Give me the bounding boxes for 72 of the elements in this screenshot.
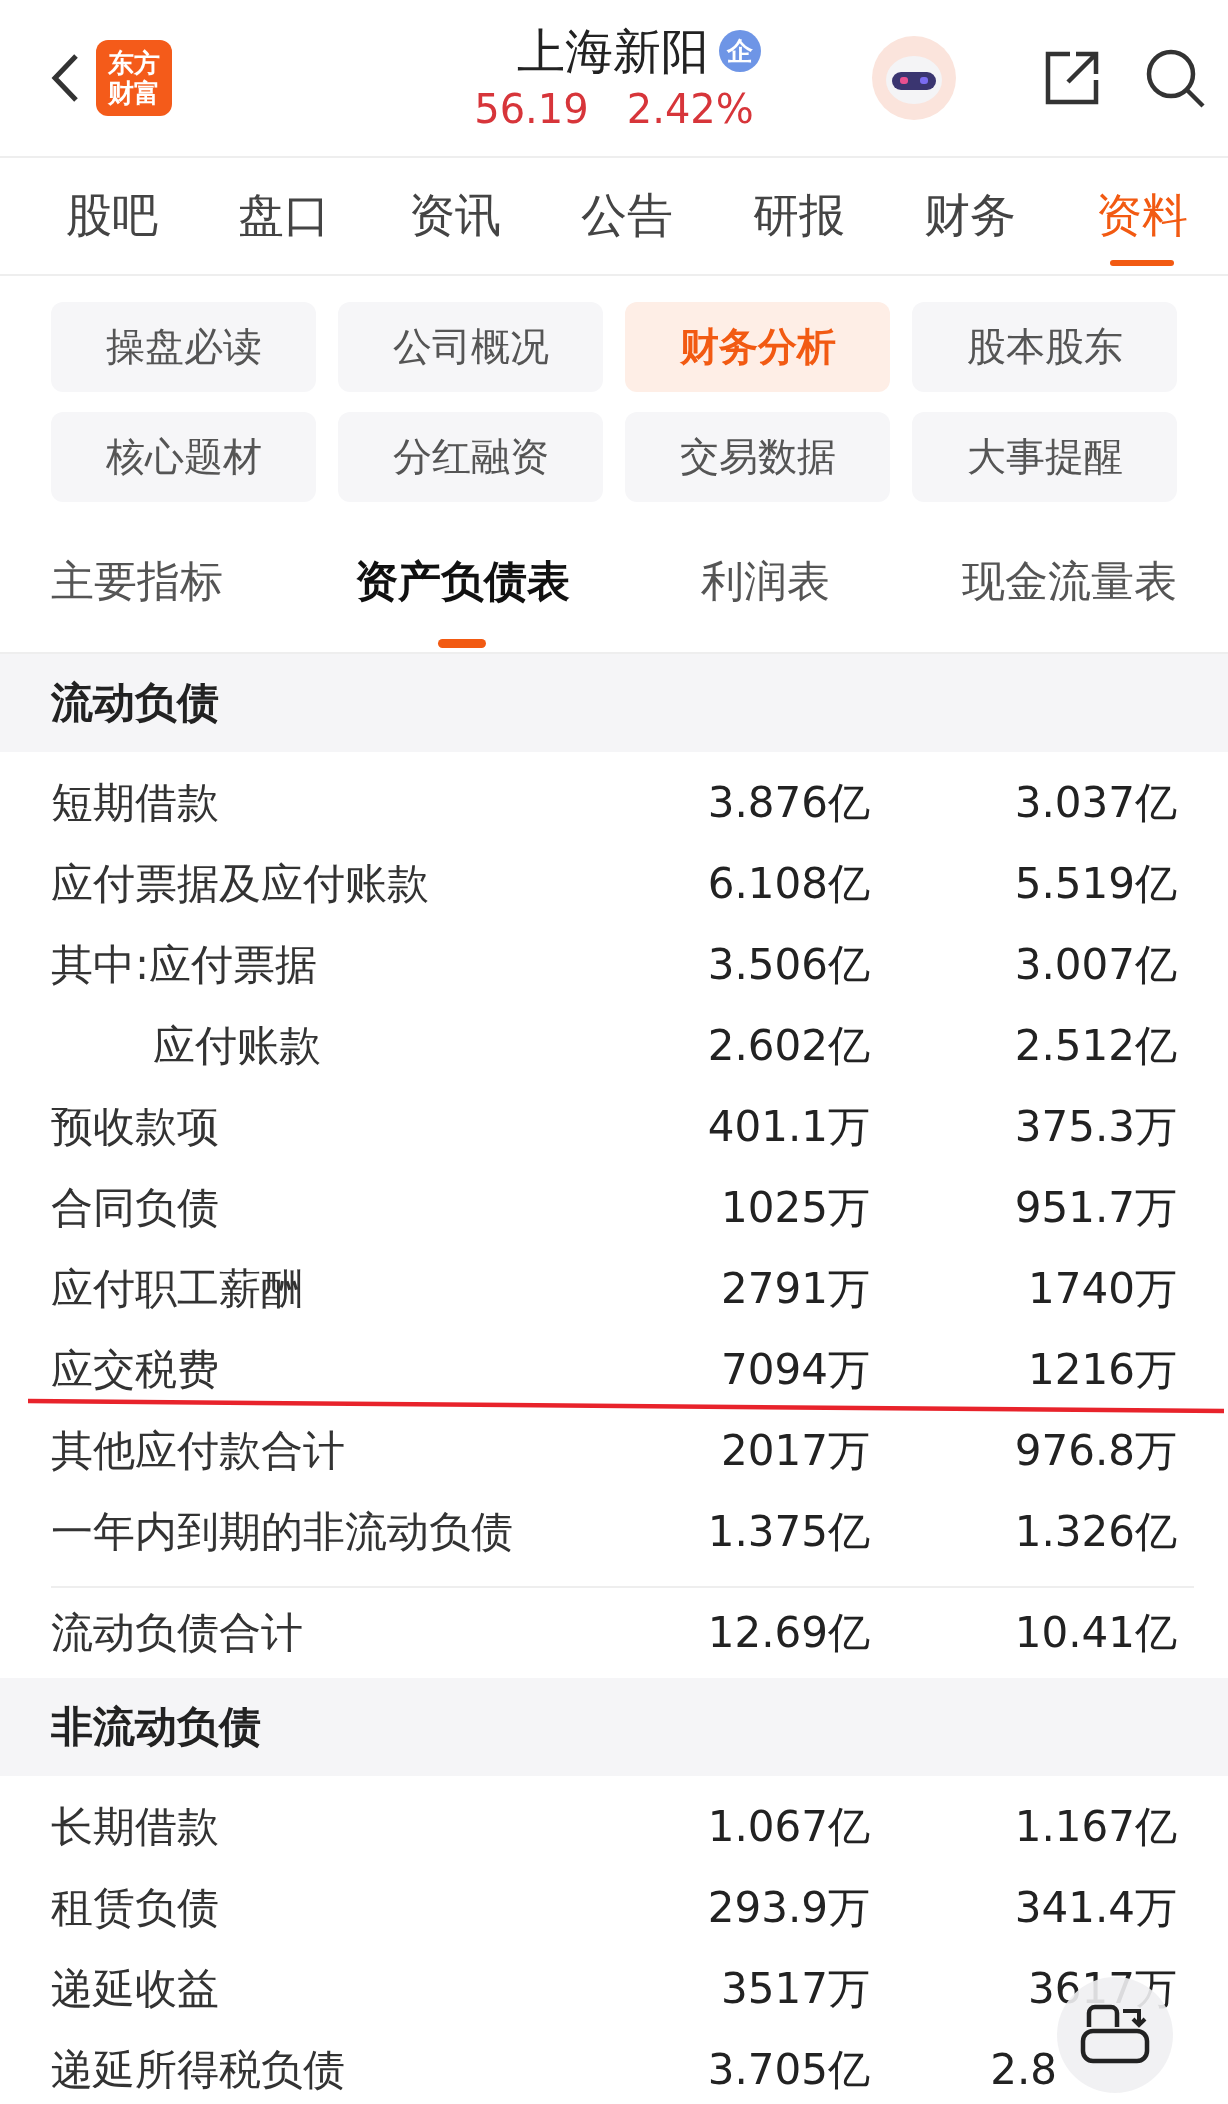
row-value: 1.167亿: [1013, 1800, 1177, 1853]
row-value: 375.3万: [1013, 1100, 1177, 1153]
row-value: 1.375亿: [706, 1505, 870, 1558]
row-label: 一年内到期的非流动负债: [51, 1505, 514, 1558]
row-value: 1740万: [1027, 1262, 1177, 1315]
section-header: 流动负债: [0, 654, 1228, 752]
statement-tab[interactable]: 现金流量表: [961, 512, 1177, 652]
row-value: 1216万: [1027, 1343, 1177, 1396]
row-value: 5.519亿: [1013, 857, 1177, 910]
row-value: 3.037亿: [1013, 776, 1177, 829]
row-value: 2791万: [720, 1262, 870, 1315]
row-label: 其他应付款合计: [51, 1424, 346, 1477]
nav-tab[interactable]: 研报: [752, 158, 845, 274]
row-value: 2017万: [720, 1424, 870, 1477]
category-button[interactable]: 公司概况: [338, 302, 603, 392]
category-button[interactable]: 操盘必读: [51, 302, 316, 392]
row-label: 其中:应付票据: [51, 938, 319, 991]
row-value: 1.326亿: [1013, 1505, 1177, 1558]
nav-tab[interactable]: 资讯: [409, 158, 502, 274]
row-value: 3517万: [720, 1962, 870, 2015]
back-icon[interactable]: [50, 53, 80, 103]
category-button[interactable]: 交易数据: [625, 412, 890, 502]
row-label: 预收款项: [51, 1100, 220, 1153]
row-label: 应付票据及应付账款: [51, 857, 430, 910]
stock-price: 56.19: [474, 85, 589, 134]
row-label: 长期借款: [51, 1800, 220, 1853]
row-value: 3.506亿: [706, 938, 870, 991]
row-value: 7094万: [720, 1343, 870, 1396]
row-value: 951.7万: [1013, 1181, 1177, 1234]
row-label: 租赁负债: [51, 1881, 220, 1934]
robot-icon[interactable]: [872, 36, 956, 120]
row-label: 应付职工薪酬: [51, 1262, 304, 1315]
row-value: 2.512亿: [1013, 1019, 1177, 1072]
statement-tab[interactable]: 利润表: [701, 512, 831, 652]
row-label: 应付账款: [152, 1019, 322, 1072]
category-button[interactable]: 大事提醒: [912, 412, 1177, 502]
row-value: 341.4万: [1013, 1881, 1177, 1934]
section-header: 非流动负债: [0, 1678, 1228, 1776]
row-label: 合同负债: [51, 1181, 220, 1234]
row-value: 1025万: [720, 1181, 870, 1234]
row-value: 401.1万: [706, 1100, 870, 1153]
statement-tab[interactable]: 资产负债表: [354, 512, 570, 652]
row-value: 3.705亿: [706, 2043, 870, 2096]
row-value: 6.108亿: [706, 857, 870, 910]
app-logo: 东方 财富: [96, 40, 172, 116]
category-button[interactable]: 分红融资: [338, 412, 603, 502]
total-label: 流动负债合计: [51, 1607, 304, 1659]
row-value: 2.602亿: [706, 1019, 870, 1072]
row-value: 2.8: [989, 2045, 1058, 2094]
row-label: 递延所得税负债: [51, 2043, 346, 2096]
statement-tab[interactable]: 主要指标: [51, 512, 223, 652]
total-value: 10.41亿: [1013, 1607, 1177, 1659]
row-label: 短期借款: [51, 776, 220, 829]
nav-tab[interactable]: 公告: [580, 158, 673, 274]
stock-name: 上海新阳: [517, 22, 709, 80]
row-label: 递延收益: [51, 1962, 220, 2015]
enterprise-badge: 企: [719, 30, 761, 72]
row-value: 3.876亿: [706, 776, 870, 829]
search-icon[interactable]: [1144, 47, 1206, 109]
total-value: 12.69亿: [706, 1607, 870, 1659]
price-change: 2.42%: [626, 85, 754, 134]
row-value: 1.067亿: [706, 1800, 870, 1853]
row-value: 3617万: [1027, 1962, 1177, 2015]
row-value: 3.007亿: [1013, 938, 1177, 991]
row-value: 293.9万: [706, 1881, 870, 1934]
row-value: 976.8万: [1013, 1424, 1177, 1477]
nav-tab[interactable]: 盘口: [237, 158, 330, 274]
category-button[interactable]: 股本股东: [912, 302, 1177, 392]
nav-tab[interactable]: 股吧: [66, 158, 158, 274]
category-button[interactable]: 核心题材: [51, 412, 316, 502]
nav-tab[interactable]: 财务: [924, 158, 1017, 274]
row-label: 应交税费: [51, 1343, 220, 1396]
